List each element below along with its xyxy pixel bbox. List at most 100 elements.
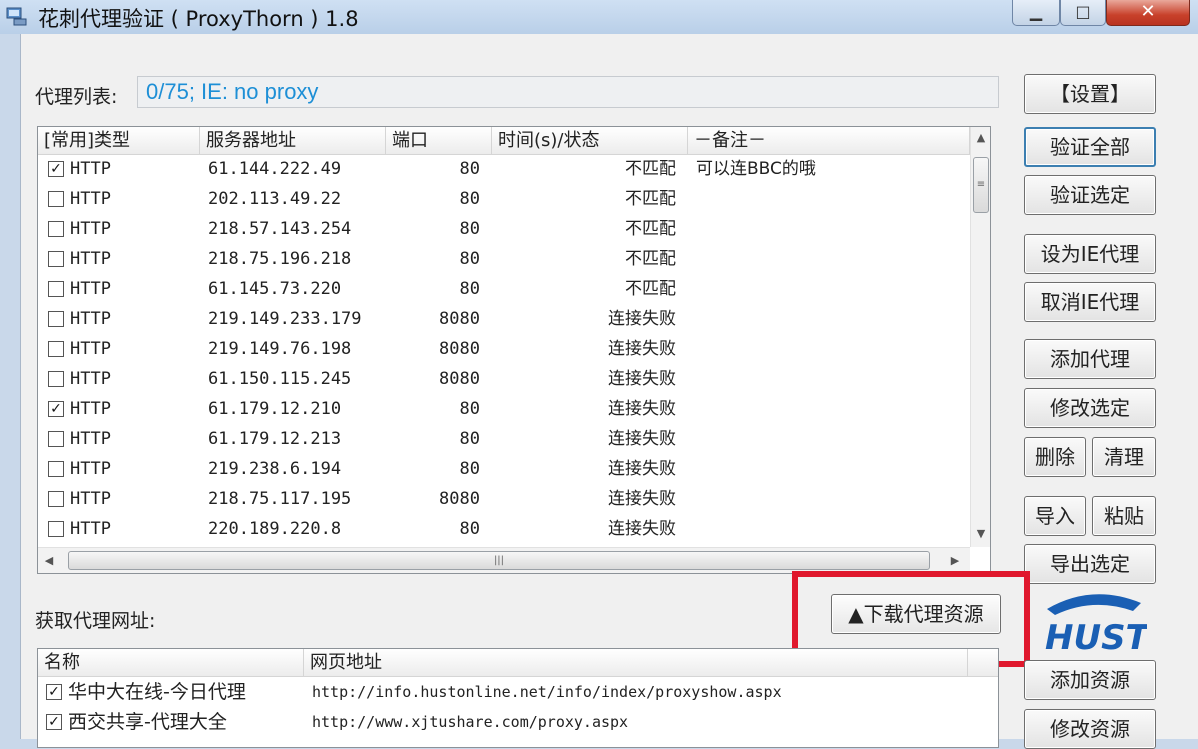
row-checkbox[interactable]: [48, 431, 64, 447]
source-list[interactable]: 名称 网页地址 ✓ 华中大在线-今日代理 http://info.hustonlin…: [37, 648, 999, 748]
table-row[interactable]: HTTP 219.238.6.194 80 连接失败: [38, 454, 968, 484]
vertical-scroll-thumb[interactable]: ≡: [973, 157, 989, 213]
status-readout: 0/75; IE: no proxy: [137, 76, 999, 108]
edit-source-button[interactable]: 修改资源: [1024, 709, 1156, 749]
row-status: 连接失败: [608, 489, 676, 509]
scroll-up-icon[interactable]: ▲: [971, 131, 990, 144]
row-status: 不匹配: [625, 189, 676, 209]
row-note: [696, 334, 968, 364]
column-port[interactable]: 端口: [386, 127, 492, 154]
row-status: 不匹配: [625, 279, 676, 299]
add-source-button[interactable]: 添加资源: [1024, 660, 1156, 700]
row-address: 202.113.49.22: [208, 189, 342, 209]
column-name[interactable]: 名称: [38, 649, 304, 676]
column-type[interactable]: [常用]类型: [38, 127, 200, 154]
table-row[interactable]: ✓ HTTP 61.179.12.210 80 连接失败: [38, 394, 968, 424]
row-port: 8080: [439, 309, 480, 329]
row-checkbox[interactable]: [48, 311, 64, 327]
row-status: 不匹配: [625, 219, 676, 239]
row-note: [696, 304, 968, 334]
proxy-vertical-scrollbar[interactable]: ▲ ≡ ▼: [970, 127, 990, 547]
row-checkbox[interactable]: ✓: [48, 161, 64, 177]
column-status[interactable]: 时间(s)/状态: [492, 127, 688, 154]
row-address: 219.238.6.194: [208, 459, 342, 479]
verify-all-button[interactable]: 验证全部: [1024, 127, 1156, 167]
table-row[interactable]: HTTP 61.179.12.213 80 连接失败: [38, 424, 968, 454]
source-checkbox[interactable]: ✓: [46, 714, 62, 730]
column-address[interactable]: 服务器地址: [200, 127, 386, 154]
row-checkbox[interactable]: [48, 371, 64, 387]
edit-selected-button[interactable]: 修改选定: [1024, 388, 1156, 428]
row-checkbox[interactable]: [48, 221, 64, 237]
horizontal-scroll-thumb[interactable]: |||: [68, 551, 930, 570]
scroll-down-icon[interactable]: ▼: [971, 527, 990, 540]
row-type: HTTP: [70, 519, 111, 539]
row-checkbox[interactable]: ✓: [48, 401, 64, 417]
proxy-horizontal-scrollbar[interactable]: ◀ ||| ▶: [38, 547, 970, 573]
paste-button[interactable]: 粘贴: [1092, 496, 1156, 536]
row-checkbox[interactable]: [48, 521, 64, 537]
source-url: http://www.xjtushare.com/proxy.aspx: [312, 713, 629, 731]
proxy-list[interactable]: [常用]类型 服务器地址 端口 时间(s)/状态 －备注－ ✓ HTTP 61.14…: [37, 126, 991, 574]
table-row[interactable]: HTTP 218.75.117.195 8080 连接失败: [38, 484, 968, 514]
row-checkbox[interactable]: [48, 461, 64, 477]
table-row[interactable]: HTTP 218.57.143.254 80 不匹配: [38, 214, 968, 244]
row-port: 8080: [439, 369, 480, 389]
row-type: HTTP: [70, 279, 111, 299]
source-checkbox[interactable]: ✓: [46, 684, 62, 700]
table-row[interactable]: ✓ HTTP 61.144.222.49 80 不匹配 可以连BBC的哦: [38, 154, 968, 184]
row-address: 61.179.12.213: [208, 429, 342, 449]
window-title: 花刺代理验证 ( ProxyThorn ) 1.8: [38, 7, 359, 31]
main-panel: 代理列表: 0/75; IE: no proxy [常用]类型 服务器地址 端口…: [20, 34, 1198, 749]
row-checkbox[interactable]: [48, 251, 64, 267]
row-port: 8080: [439, 489, 480, 509]
table-row[interactable]: HTTP 219.149.233.179 8080 连接失败: [38, 304, 968, 334]
table-row[interactable]: HTTP 61.150.115.245 8080 连接失败: [38, 364, 968, 394]
source-name: 华中大在线-今日代理: [68, 681, 246, 703]
row-address: 61.145.73.220: [208, 279, 342, 299]
row-checkbox[interactable]: [48, 491, 64, 507]
table-row[interactable]: HTTP 219.149.76.198 8080 连接失败: [38, 334, 968, 364]
set-ie-proxy-button[interactable]: 设为IE代理: [1024, 234, 1156, 274]
row-port: 80: [459, 429, 480, 449]
row-checkbox[interactable]: [48, 341, 64, 357]
minimize-button[interactable]: ▁: [1012, 0, 1060, 26]
settings-button[interactable]: 【设置】: [1024, 74, 1156, 114]
app-icon: [6, 7, 27, 26]
table-row[interactable]: HTTP 61.145.73.220 80 不匹配: [38, 274, 968, 304]
row-port: 80: [459, 219, 480, 239]
table-row[interactable]: HTTP 220.189.220.8 80 连接失败: [38, 514, 968, 544]
maximize-button[interactable]: □: [1060, 0, 1106, 26]
row-checkbox[interactable]: [48, 281, 64, 297]
clear-button[interactable]: 清理: [1092, 437, 1156, 477]
table-row[interactable]: HTTP 218.75.196.218 80 不匹配: [38, 244, 968, 274]
check-icon: ✓: [48, 714, 60, 730]
row-address: 218.57.143.254: [208, 219, 352, 239]
source-name: 西交共享-代理大全: [68, 711, 227, 733]
list-item[interactable]: ✓ 华中大在线-今日代理 http://info.hustonline.net/in…: [38, 677, 968, 707]
row-note: 可以连BBC的哦: [696, 159, 816, 179]
check-icon: ✓: [50, 401, 62, 417]
list-item[interactable]: ✓ 西交共享-代理大全 http://www.xjtushare.com/proxy…: [38, 707, 968, 737]
row-status: 不匹配: [625, 249, 676, 269]
row-note: [696, 184, 968, 214]
row-status: 连接失败: [608, 339, 676, 359]
cancel-ie-proxy-button[interactable]: 取消IE代理: [1024, 282, 1156, 322]
row-checkbox[interactable]: [48, 191, 64, 207]
row-type: HTTP: [70, 459, 111, 479]
add-proxy-button[interactable]: 添加代理: [1024, 339, 1156, 379]
verify-selected-button[interactable]: 验证选定: [1024, 175, 1156, 215]
title-bar[interactable]: 花刺代理验证 ( ProxyThorn ) 1.8 ▁ □ ✕: [0, 0, 1198, 34]
column-url[interactable]: 网页地址: [304, 649, 968, 676]
row-note: [696, 514, 968, 544]
export-selected-button[interactable]: 导出选定: [1024, 544, 1156, 584]
table-row[interactable]: HTTP 202.113.49.22 80 不匹配: [38, 184, 968, 214]
row-type: HTTP: [70, 189, 111, 209]
close-button[interactable]: ✕: [1106, 0, 1190, 26]
delete-button[interactable]: 删除: [1024, 437, 1086, 477]
row-port: 80: [459, 249, 480, 269]
scroll-left-icon[interactable]: ◀: [42, 554, 56, 567]
import-button[interactable]: 导入: [1024, 496, 1086, 536]
scroll-right-icon[interactable]: ▶: [948, 554, 962, 567]
column-note[interactable]: －备注－: [688, 127, 970, 154]
